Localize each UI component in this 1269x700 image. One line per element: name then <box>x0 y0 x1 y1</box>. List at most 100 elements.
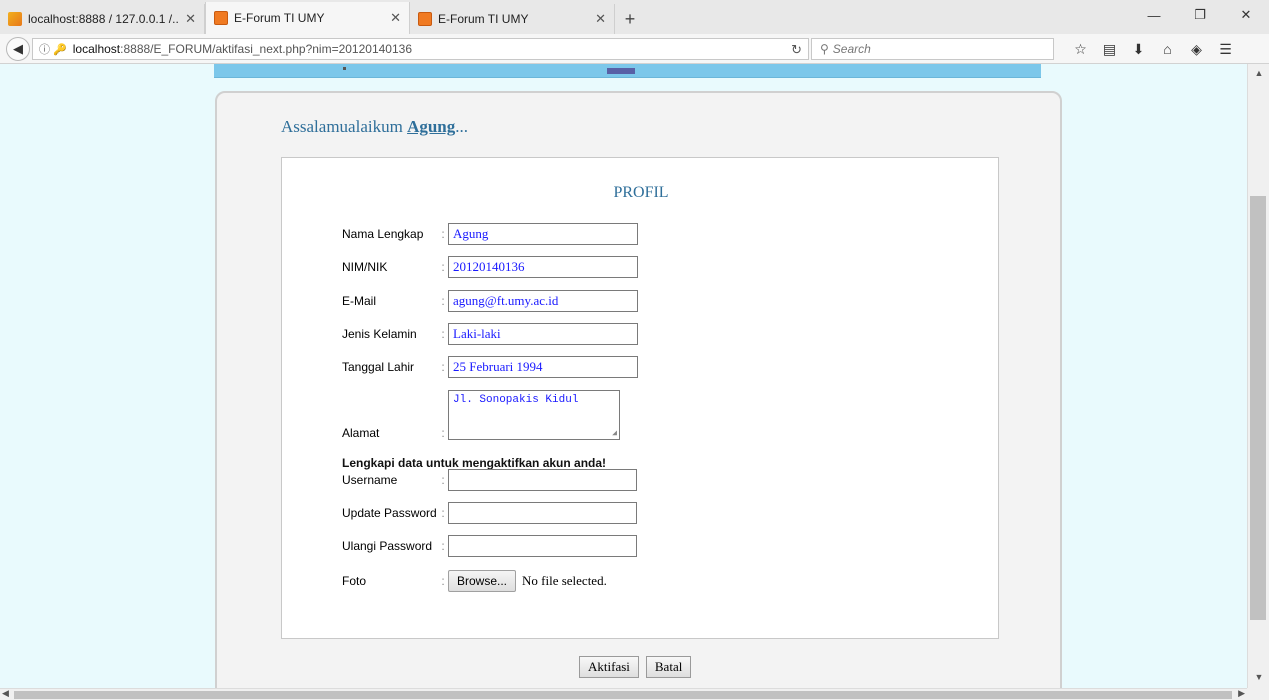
page-viewport: Assalamualaikum Agung... PROFIL Nama Len… <box>0 64 1247 688</box>
nama-field[interactable]: Agung <box>448 223 638 245</box>
form-actions: Aktifasi Batal <box>579 656 698 678</box>
row-nama: Nama Lengkap : Agung <box>342 223 638 245</box>
header-strip <box>214 64 1041 78</box>
search-placeholder: Search <box>832 42 871 56</box>
xampp-icon <box>214 11 228 25</box>
alamat-label: Alamat <box>342 426 380 440</box>
row-alamat: Alamat : Jl. Sonopakis Kidul ◢ <box>342 390 620 440</box>
alamat-textarea[interactable]: Jl. Sonopakis Kidul ◢ <box>448 390 620 440</box>
greeting-suffix: ... <box>455 117 468 136</box>
pocket-icon[interactable]: ◈ <box>1182 39 1211 59</box>
minimize-icon[interactable]: — <box>1131 0 1177 30</box>
reload-icon[interactable]: ↻ <box>791 42 802 58</box>
toolbar-icons: ☆ ▤ ⬇ ⌂ ◈ ☰ <box>1066 39 1240 59</box>
search-icon: ⚲ <box>820 42 829 56</box>
tab-phpmyadmin[interactable]: localhost:8888 / 127.0.0.1 /... ✕ <box>0 4 205 34</box>
ulangi-password-input[interactable] <box>448 535 637 557</box>
colon: : <box>441 327 445 341</box>
colon: : <box>441 506 445 520</box>
url-path: :8888/E_FORUM/aktifasi_next.php?nim=2012… <box>120 42 412 56</box>
row-username: Username : <box>342 469 637 491</box>
scroll-thumb[interactable] <box>14 691 1232 699</box>
close-icon[interactable]: ✕ <box>390 10 401 26</box>
tab-label: localhost:8888 / 127.0.0.1 /... <box>28 12 180 26</box>
row-email: E-Mail : agung@ft.umy.ac.id <box>342 290 638 312</box>
nim-label: NIM/NIK <box>342 260 388 274</box>
header-marker <box>607 68 635 74</box>
address-bar[interactable]: ⓘ 🔑 localhost:8888/E_FORUM/aktifasi_next… <box>32 38 809 60</box>
email-label: E-Mail <box>342 294 377 308</box>
colon: : <box>441 360 445 374</box>
phpmyadmin-icon <box>8 12 22 26</box>
navigation-bar: ◀ ⓘ 🔑 localhost:8888/E_FORUM/aktifasi_ne… <box>0 34 1269 64</box>
menu-icon[interactable]: ☰ <box>1211 39 1240 59</box>
scroll-right-icon[interactable]: ▶ <box>1238 688 1245 699</box>
colon: : <box>441 574 445 588</box>
update-password-input[interactable] <box>448 502 637 524</box>
download-icon[interactable]: ⬇ <box>1124 39 1153 59</box>
profile-panel: PROFIL Nama Lengkap : Agung NIM/NIK : 20… <box>281 157 999 639</box>
row-update-password: Update Password : <box>342 502 637 524</box>
scroll-up-icon[interactable]: ▲ <box>1248 68 1269 82</box>
tab-eforum[interactable]: E-Forum TI UMY ✕ <box>410 4 615 34</box>
close-window-icon[interactable]: ✕ <box>1223 0 1269 30</box>
scroll-left-icon[interactable]: ◀ <box>2 688 9 699</box>
colon: : <box>441 539 445 553</box>
row-tanggal-lahir: Tanggal Lahir : 25 Februari 1994 <box>342 356 638 378</box>
alamat-value: Jl. Sonopakis Kidul <box>453 394 579 406</box>
greeting: Assalamualaikum Agung... <box>281 117 468 137</box>
file-status: No file selected. <box>522 573 607 588</box>
tanggal-lahir-field[interactable]: 25 Februari 1994 <box>448 356 638 378</box>
batal-button[interactable]: Batal <box>645 656 692 678</box>
tab-label: E-Forum TI UMY <box>438 12 529 26</box>
search-input[interactable]: ⚲ Search <box>811 38 1054 60</box>
row-jenis-kelamin: Jenis Kelamin : Laki-laki <box>342 323 638 345</box>
bookmark-star-icon[interactable]: ☆ <box>1066 39 1095 59</box>
email-field[interactable]: agung@ft.umy.ac.id <box>448 290 638 312</box>
close-icon[interactable]: ✕ <box>185 11 196 27</box>
nim-field[interactable]: 20120140136 <box>448 256 638 278</box>
username-input[interactable] <box>448 469 637 491</box>
activation-note: Lengkapi data untuk mengaktifkan akun an… <box>342 456 607 470</box>
new-tab-button[interactable]: + <box>615 4 645 34</box>
row-nim: NIM/NIK : 20120140136 <box>342 256 638 278</box>
home-icon[interactable]: ⌂ <box>1153 39 1182 59</box>
tab-strip: localhost:8888 / 127.0.0.1 /... ✕ E-Foru… <box>0 0 1269 34</box>
header-dot <box>343 67 346 70</box>
scroll-down-icon[interactable]: ▼ <box>1248 672 1269 686</box>
aktifasi-button[interactable]: Aktifasi <box>579 656 639 678</box>
back-button[interactable]: ◀ <box>6 37 30 61</box>
reading-list-icon[interactable]: ▤ <box>1095 39 1124 59</box>
resize-grip-icon[interactable]: ◢ <box>612 428 617 438</box>
url-host: localhost <box>72 42 121 56</box>
scrollbar-corner <box>1247 688 1269 700</box>
colon: : <box>441 227 445 241</box>
update-password-label: Update Password <box>342 506 437 520</box>
greeting-prefix: Assalamualaikum <box>281 117 408 136</box>
colon: : <box>441 473 445 487</box>
browse-button[interactable]: Browse... <box>448 570 516 592</box>
colon: : <box>441 426 445 440</box>
close-icon[interactable]: ✕ <box>595 11 606 27</box>
info-icon[interactable]: ⓘ 🔑 <box>39 41 67 57</box>
scroll-thumb[interactable] <box>1250 196 1266 620</box>
vertical-scrollbar[interactable]: ▲ ▼ <box>1247 64 1269 688</box>
ulangi-password-label: Ulangi Password <box>342 539 433 553</box>
colon: : <box>441 294 445 308</box>
horizontal-scrollbar[interactable]: ◀ ▶ <box>0 688 1247 700</box>
tab-label: E-Forum TI UMY <box>234 11 325 25</box>
window-controls: — ❐ ✕ <box>1131 0 1269 30</box>
nama-label: Nama Lengkap <box>342 227 424 241</box>
tab-eforum-active[interactable]: E-Forum TI UMY ✕ <box>205 2 410 34</box>
jenis-kelamin-field[interactable]: Laki-laki <box>448 323 638 345</box>
row-ulangi-password: Ulangi Password : <box>342 535 637 557</box>
foto-label: Foto <box>342 574 367 588</box>
restore-icon[interactable]: ❐ <box>1177 0 1223 30</box>
xampp-icon <box>418 12 432 26</box>
content-card: Assalamualaikum Agung... PROFIL Nama Len… <box>215 91 1062 688</box>
row-foto: Foto : Browse... No file selected. <box>342 570 607 592</box>
panel-title: PROFIL <box>613 184 669 201</box>
jenis-kelamin-label: Jenis Kelamin <box>342 327 417 341</box>
colon: : <box>441 260 445 274</box>
tanggal-lahir-label: Tanggal Lahir <box>342 360 415 374</box>
